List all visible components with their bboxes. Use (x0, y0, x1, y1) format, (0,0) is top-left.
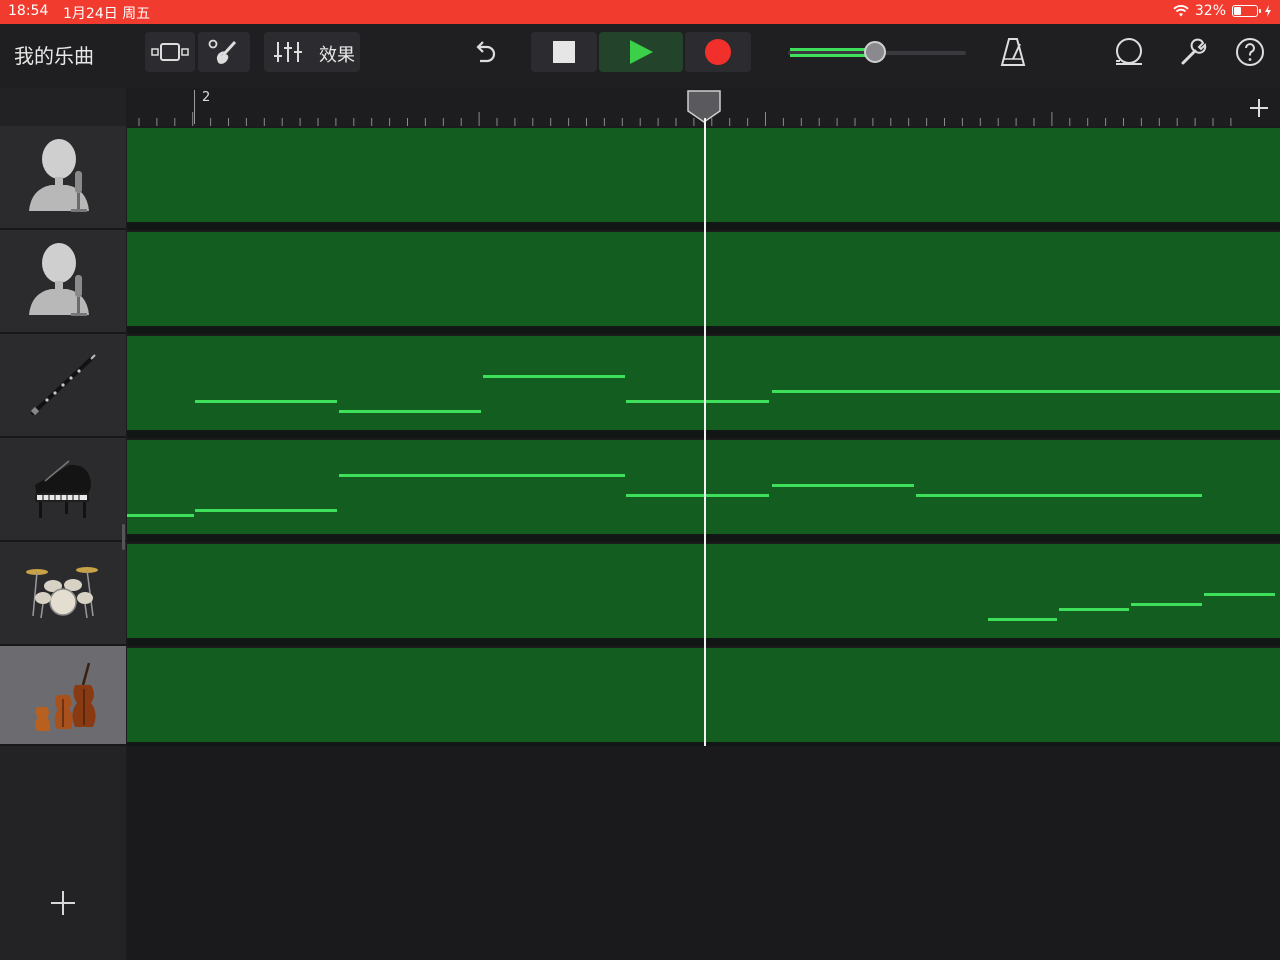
track-header-drum-kit[interactable] (0, 542, 126, 646)
tracks-view-icon (151, 43, 189, 61)
undo-button[interactable] (466, 34, 502, 70)
loop-icon (1116, 38, 1142, 65)
status-date: 1月24日 周五 (63, 6, 151, 22)
master-volume-slider[interactable] (788, 38, 968, 68)
midi-note[interactable] (772, 390, 1280, 393)
my-songs-button[interactable]: 我的乐曲 (14, 40, 94, 69)
midi-note[interactable] (127, 514, 194, 517)
instrument-browser-button[interactable] (198, 32, 250, 72)
arrangement-empty-area (127, 746, 1280, 960)
toolbar: 我的乐曲 效果 (0, 24, 1280, 88)
bar-number: 2 (202, 90, 211, 105)
midi-note[interactable] (626, 494, 769, 497)
plus-icon (1250, 99, 1268, 117)
audio-recorder-icon (29, 243, 89, 316)
play-icon (630, 40, 653, 64)
mixer-icon (274, 42, 302, 62)
audio-recorder-icon (29, 139, 89, 212)
metronome-button[interactable] (996, 34, 1030, 70)
mixer-effects-group: 效果 (264, 32, 360, 72)
midi-note[interactable] (916, 494, 1202, 497)
status-bar: 18:54 1月24日 周五 32% (0, 0, 1280, 24)
track-header-audio-recorder-1[interactable] (0, 126, 126, 230)
track-header-resize-handle[interactable] (122, 524, 125, 550)
stop-button[interactable] (531, 32, 597, 72)
metronome-icon (1000, 38, 1026, 66)
status-time: 18:54 (8, 3, 49, 19)
midi-note[interactable] (1131, 603, 1202, 606)
mixer-button[interactable] (270, 32, 306, 72)
bar-marker (194, 90, 195, 124)
midi-note[interactable] (483, 375, 625, 378)
midi-note[interactable] (1204, 593, 1275, 596)
instrument-browser-icon (208, 39, 237, 64)
track-header-grand-piano[interactable] (0, 438, 126, 542)
loop-browser-button[interactable] (1110, 34, 1148, 70)
record-button[interactable] (685, 32, 751, 72)
play-button[interactable] (599, 32, 683, 72)
midi-note[interactable] (1059, 608, 1129, 611)
plus-icon (51, 891, 75, 915)
drum-kit-icon (26, 567, 98, 619)
settings-wrench-icon (1181, 38, 1207, 65)
battery-percent: 32% (1194, 3, 1226, 19)
tracks-view-button[interactable] (145, 32, 195, 72)
record-icon (705, 39, 731, 65)
add-section-button[interactable] (1245, 94, 1273, 122)
help-icon (1236, 38, 1264, 66)
undo-icon (476, 41, 496, 63)
midi-note[interactable] (772, 484, 914, 487)
grand-piano-icon (35, 460, 91, 518)
wifi-icon (1173, 5, 1189, 17)
midi-note[interactable] (626, 400, 769, 403)
settings-button[interactable] (1176, 34, 1212, 70)
volume-knob[interactable] (864, 41, 886, 63)
track-header-audio-recorder-2[interactable] (0, 230, 126, 334)
midi-note[interactable] (339, 410, 481, 413)
status-right: 32% (1173, 3, 1272, 19)
volume-fill-lower (790, 54, 876, 57)
help-button[interactable] (1234, 36, 1266, 68)
playhead[interactable] (704, 118, 706, 746)
battery-icon (1232, 5, 1261, 17)
stop-icon (553, 41, 575, 63)
clarinet-icon (30, 354, 96, 416)
midi-note[interactable] (988, 618, 1057, 621)
charging-icon (1265, 5, 1271, 17)
track-list-empty-area (0, 746, 126, 960)
track-header-spacer (0, 88, 126, 126)
midi-note[interactable] (195, 400, 337, 403)
track-header-clarinet[interactable] (0, 334, 126, 438)
add-track-button[interactable] (48, 888, 78, 918)
effects-button[interactable]: 效果 (319, 41, 355, 67)
strings-icon (35, 662, 96, 731)
midi-note[interactable] (339, 474, 625, 477)
track-header-strings[interactable] (0, 646, 126, 746)
midi-note[interactable] (195, 509, 337, 512)
